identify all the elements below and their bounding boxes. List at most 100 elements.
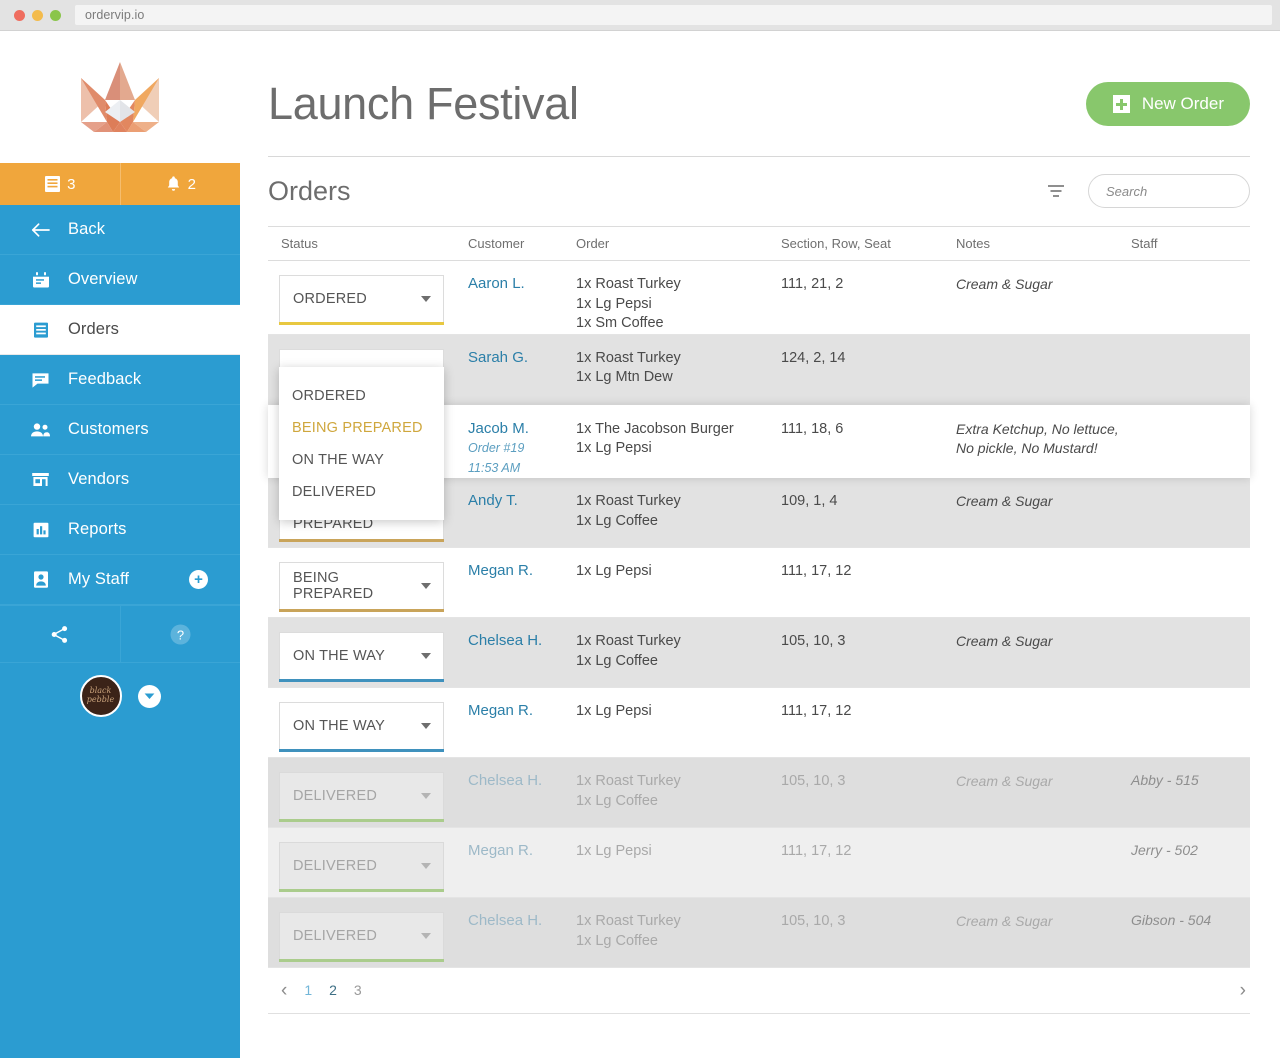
staff-cell: Abby - 515 [1131,772,1250,790]
status-value: BEING PREPARED [293,569,374,602]
notes-value: Cream & Sugar [956,912,1053,929]
order-item: 1x Lg Pepsi [576,440,652,457]
sidebar-item-customers[interactable]: Customers [0,405,240,455]
status-dropdown-option[interactable]: ON THE WAY [279,444,444,476]
store-icon [30,471,51,488]
customer-cell: Sarah G. [468,349,576,366]
status-select[interactable]: DELIVERED [279,841,444,892]
sidebar-item-vendors[interactable]: Vendors [0,455,240,505]
sidebar-item-overview[interactable]: Overview [0,255,240,305]
table-row[interactable]: DELIVERED Chelsea H. 1x Roast Turkey 1x Lg … [268,757,1250,828]
status-select[interactable]: DELIVERED [279,771,444,822]
avatar[interactable]: black pebble [79,675,122,717]
status-select[interactable]: DELIVERED [279,911,444,962]
pagination-page-1[interactable]: 1 [304,982,312,998]
staff-cell: Gibson - 504 [1131,912,1250,930]
sidebar: 3 2 Back Overview Orders Feedback Custom… [0,31,240,1058]
filter-icon[interactable] [1046,183,1066,199]
customer-name[interactable]: Chelsea H. [468,772,576,789]
order-items-cell: 1x Roast Turkey 1x Lg Pepsi 1x Sm Coffee [576,275,781,334]
share-button[interactable] [0,606,120,662]
seat-value: 124, 2, 14 [781,349,846,366]
customer-name[interactable]: Megan R. [468,562,576,579]
chevron-down-icon [421,296,431,302]
order-item: 1x Lg Pepsi [576,562,652,579]
svg-text:?: ? [177,627,184,642]
sidebar-item-reports-label: Reports [68,520,127,538]
order-item: 1x Lg Coffee [576,932,658,949]
seat-cell: 105, 10, 3 [781,912,956,930]
sidebar-user: black pebble [0,663,240,729]
pagination-next-button[interactable]: › [1240,981,1246,1000]
customer-name[interactable]: Megan R. [468,702,576,719]
notes-cell: Cream & Sugar [956,275,1131,295]
chevron-down-icon [421,792,431,799]
customer-name[interactable]: Aaron L. [468,275,576,292]
customer-name[interactable]: Chelsea H. [468,912,576,929]
table-row[interactable]: ON THE WAY Megan R. 1x Lg Pepsi 111, 17, 12 [268,688,1250,758]
status-dropdown-option[interactable]: ORDERED [279,380,444,412]
sidebar-item-orders[interactable]: Orders [0,305,240,355]
staff-value: Jerry - 502 [1131,841,1198,858]
customer-name[interactable]: Chelsea H. [468,632,576,649]
help-button[interactable]: ? [119,606,241,662]
customer-name[interactable]: Megan R. [468,842,576,859]
order-item: 1x Roast Turkey [576,492,681,509]
order-item: 1x The Jacobson Burger [576,420,734,437]
pagination-page-2[interactable]: 2 [329,982,337,998]
sidebar-item-feedback[interactable]: Feedback [0,355,240,405]
status-dropdown-option[interactable]: DELIVERED [279,476,444,508]
close-window-button[interactable] [14,9,25,21]
customer-cell: Chelsea H. [468,912,576,929]
status-select[interactable]: BEING PREPARED [279,561,444,612]
chevron-down-icon [421,722,431,729]
table-row[interactable]: BEING PREPARED Megan R. 1x Lg Pepsi 111, 17… [268,548,1250,618]
status-dropdown-menu[interactable]: ORDERED BEING PREPARED ON THE WAY DELIVERED [279,367,444,520]
sidebar-counters: 3 2 [0,163,240,205]
arrow-left-icon [30,222,51,237]
status-cell: ORDERED [268,275,468,325]
customer-name[interactable]: Sarah G. [468,349,576,366]
sidebar-item-my-staff[interactable]: My Staff + [0,555,240,605]
order-items-cell: 1x Roast Turkey 1x Lg Coffee [576,632,781,671]
new-order-button[interactable]: New Order [1085,82,1250,126]
order-item: 1x Lg Pepsi [576,842,652,859]
status-value: DELIVERED [293,927,377,944]
seat-value: 111, 17, 12 [781,562,852,579]
customer-name[interactable]: Jacob M. [468,420,576,437]
sidebar-item-reports[interactable]: Reports [0,505,240,555]
sidebar-item-back[interactable]: Back [0,205,240,255]
customer-cell: Chelsea H. [468,632,576,649]
customer-name[interactable]: Andy T. [468,492,576,509]
pagination-page-3[interactable]: 3 [354,982,362,998]
order-items-cell: 1x Roast Turkey 1x Lg Coffee [576,772,781,811]
maximize-window-button[interactable] [50,9,61,21]
status-value: DELIVERED [293,857,377,874]
status-select[interactable]: ON THE WAY [279,701,444,752]
add-staff-button[interactable]: + [189,570,208,589]
status-dropdown-option[interactable]: BEING PREPARED [279,412,444,444]
table-row[interactable]: DELIVERED Megan R. 1x Lg Pepsi 111, 17, 12 J… [268,827,1250,898]
notes-cell: Cream & Sugar [956,632,1131,652]
app-shell: 3 2 Back Overview Orders Feedback Custom… [0,31,1280,1058]
column-header-status: Status [281,236,318,251]
seat-cell: 111, 17, 12 [781,842,956,860]
logo-area [0,31,240,163]
table-row[interactable]: ON THE WAY Chelsea H. 1x Roast Turkey 1x Lg… [268,617,1250,688]
address-bar[interactable]: ordervip.io [75,5,1272,25]
table-row[interactable]: ORDERED Aaron L. 1x Roast Turkey 1x Lg Peps… [268,261,1250,335]
notifications-count: 2 [187,175,196,193]
pagination-prev-button[interactable]: ‹ [281,981,287,1000]
order-item: 1x Lg Coffee [576,792,658,809]
user-menu-button[interactable] [137,684,161,708]
orders-counter[interactable]: 3 [0,163,120,205]
status-select[interactable]: ON THE WAY [279,631,444,682]
notifications-counter[interactable]: 2 [119,163,241,205]
table-row[interactable]: DELIVERED Chelsea H. 1x Roast Turkey 1x Lg … [268,897,1250,968]
minimize-window-button[interactable] [32,9,43,21]
order-items-cell: 1x Roast Turkey 1x Lg Mtn Dew [576,349,781,388]
search-input[interactable] [1106,183,1280,199]
search-box[interactable] [1088,174,1280,208]
status-select[interactable]: ORDERED [279,275,444,325]
customer-cell: Jacob M. Order #19 11:53 AM [468,420,576,477]
